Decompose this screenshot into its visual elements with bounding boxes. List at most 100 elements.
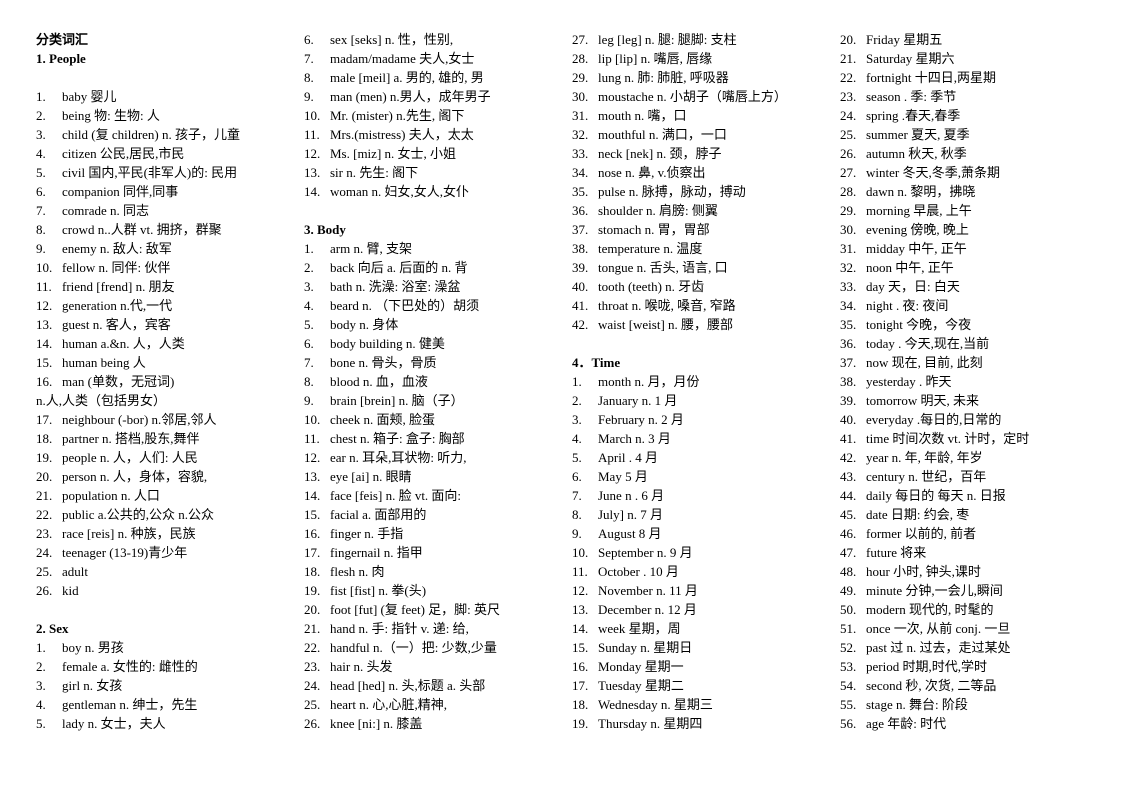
entry-number: 1.	[572, 374, 582, 389]
vocabulary-entry: 54. second 秒, 次货, 二等品	[840, 676, 1102, 695]
entry-number: 23.	[304, 659, 321, 674]
vocabulary-entry: 18. partner n. 搭档,股东,舞伴	[36, 429, 298, 448]
entry-number: 10.	[304, 108, 321, 123]
entry-number: 36.	[572, 203, 589, 218]
entry-number: 22.	[304, 640, 321, 655]
vocabulary-entry: 16. finger n. 手指	[304, 524, 566, 543]
vocabulary-entry: 25. summer 夏天, 夏季	[840, 125, 1102, 144]
vocabulary-entry: 18. Wednesday n. 星期三	[572, 695, 834, 714]
entry-text: daily 每日的 每天 n. 日报	[866, 488, 1006, 503]
vocabulary-entry: 1. month n. 月，月份	[572, 372, 834, 391]
entry-number: 10.	[36, 260, 53, 275]
vocabulary-entry: 15. Sunday n. 星期日	[572, 638, 834, 657]
vocabulary-entry: 3. bath n. 洗澡: 浴室: 澡盆	[304, 277, 566, 296]
entry-number: 7.	[572, 488, 582, 503]
entry-text: morning 早晨, 上午	[866, 203, 972, 218]
entry-number: 8.	[36, 222, 46, 237]
entry-number: 50.	[840, 602, 857, 617]
vocabulary-entry: 9. enemy n. 敌人: 敌军	[36, 239, 298, 258]
entry-number: 1.	[36, 89, 46, 104]
entry-number: 53.	[840, 659, 857, 674]
text-column-1: 分类词汇 1. People 1. baby 婴儿 2. being 物: 生物: 人 3…	[36, 30, 304, 733]
entry-text: future 将来	[866, 545, 927, 560]
entry-text: day 天，日: 白天	[866, 279, 960, 294]
vocabulary-entry: 12. November n. 11 月	[572, 581, 834, 600]
vocabulary-list: 20. Friday 星期五 21. Saturday 星期六 22. fortnight…	[840, 30, 1102, 733]
vocabulary-list: 1. baby 婴儿 2. being 物: 生物: 人 3. child (复 chil…	[36, 87, 298, 391]
vocabulary-entry: 13. eye [ai] n. 眼睛	[304, 467, 566, 486]
vocabulary-entry: 7. madam/madame 夫人,女士	[304, 49, 566, 68]
entry-number: 17.	[304, 545, 321, 560]
entry-number: 41.	[572, 298, 589, 313]
vocabulary-entry: 8. July] n. 7 月	[572, 505, 834, 524]
entry-text: civil 国内,平民(非军人)的: 民用	[62, 165, 238, 180]
entry-number: 10.	[304, 412, 321, 427]
entry-text: Mr. (mister) n.先生, 阁下	[330, 108, 465, 123]
vocabulary-entry: 10. Mr. (mister) n.先生, 阁下	[304, 106, 566, 125]
entry-number: 12.	[572, 583, 589, 598]
vocabulary-entry: 8. crowd n..人群 vt. 拥挤，群聚	[36, 220, 298, 239]
vocabulary-entry: 2. female a. 女性的: 雌性的	[36, 657, 298, 676]
entry-text: age 年龄: 时代	[866, 716, 947, 731]
entry-number: 8.	[572, 507, 582, 522]
entry-text: man (men) n.男人，成年男子	[330, 89, 491, 104]
entry-text: lung n. 肺: 肺脏, 呼吸器	[598, 70, 729, 85]
entry-text: handful n.（一）把: 少数,少量	[330, 640, 497, 655]
entry-number: 19.	[36, 450, 53, 465]
entry-text: year n. 年, 年龄, 年岁	[866, 450, 983, 465]
entry-number: 14.	[304, 184, 321, 199]
entry-text: month n. 月，月份	[598, 374, 700, 389]
entry-text: March n. 3 月	[598, 431, 671, 446]
vocabulary-entry: 25. adult	[36, 562, 298, 581]
vocabulary-entry: 2. back 向后 a. 后面的 n. 背	[304, 258, 566, 277]
entry-number: 18.	[572, 697, 589, 712]
vocabulary-entry: 7. comrade n. 同志	[36, 201, 298, 220]
vocabulary-entry: 35. pulse n. 脉搏，脉动，搏动	[572, 182, 834, 201]
vocabulary-entry: 8. blood n. 血，血液	[304, 372, 566, 391]
vocabulary-entry: 28. dawn n. 黎明，拂晓	[840, 182, 1102, 201]
entry-number: 8.	[304, 70, 314, 85]
vocabulary-entry: 5. April . 4 月	[572, 448, 834, 467]
entry-number: 18.	[304, 564, 321, 579]
entry-number: 31.	[840, 241, 857, 256]
vocabulary-entry: 48. hour 小时, 钟头,课时	[840, 562, 1102, 581]
entry-number: 4.	[36, 146, 46, 161]
entry-text: sex [seks] n. 性，性别,	[330, 32, 454, 47]
entry-number: 46.	[840, 526, 857, 541]
entry-text: human being 人	[62, 355, 146, 370]
entry-text: teenager (13-19)青少年	[62, 545, 188, 560]
vocabulary-entry: 9. brain [brein] n. 脑（子）	[304, 391, 566, 410]
entry-text: flesh n. 肉	[330, 564, 385, 579]
entry-text: second 秒, 次货, 二等品	[866, 678, 997, 693]
entry-number: 11.	[304, 127, 320, 142]
entry-text: finger n. 手指	[330, 526, 404, 541]
vocabulary-entry: 17. fingernail n. 指甲	[304, 543, 566, 562]
entry-number: 33.	[572, 146, 589, 161]
entry-number: 13.	[572, 602, 589, 617]
vocabulary-entry: 45. date 日期: 约会, 枣	[840, 505, 1102, 524]
vocabulary-entry: 12. ear n. 耳朵,耳状物: 听力,	[304, 448, 566, 467]
entry-text: period 时期,时代,学时	[866, 659, 987, 674]
section-heading: 2. Sex	[36, 621, 69, 636]
entry-text: man (单数，无冠词)	[62, 374, 175, 389]
entry-text: baby 婴儿	[62, 89, 117, 104]
entry-number: 6.	[36, 184, 46, 199]
entry-text: comrade n. 同志	[62, 203, 150, 218]
entry-number: 11.	[304, 431, 320, 446]
vocabulary-list: 1. boy n. 男孩 2. female a. 女性的: 雌性的 3. girl n.…	[36, 638, 298, 733]
entry-text: leg [leg] n. 腿: 腿脚: 支柱	[598, 32, 737, 47]
entry-text: summer 夏天, 夏季	[866, 127, 970, 142]
entry-number: 3.	[36, 678, 46, 693]
entry-number: 5.	[36, 165, 46, 180]
vocabulary-entry: 37. stomach n. 胃，胃部	[572, 220, 834, 239]
entry-number: 37.	[572, 222, 589, 237]
entry-text: body building n. 健美	[330, 336, 445, 351]
vocabulary-entry: 1. baby 婴儿	[36, 87, 298, 106]
entry-text: January n. 1 月	[598, 393, 678, 408]
vocabulary-entry: 36. shoulder n. 肩膀: 侧翼	[572, 201, 834, 220]
entry-number: 40.	[572, 279, 589, 294]
entry-text: chest n. 箱子: 盒子: 胸部	[330, 431, 465, 446]
entry-text: April . 4 月	[598, 450, 658, 465]
